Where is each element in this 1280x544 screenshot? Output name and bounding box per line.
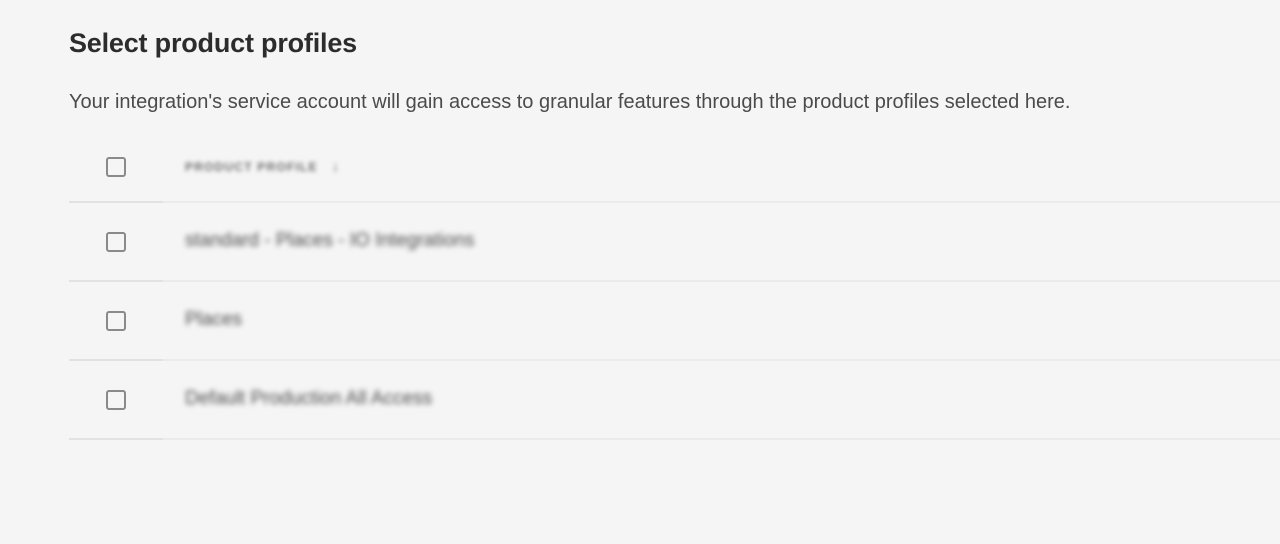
row-check-cell: [69, 282, 163, 361]
table-row[interactable]: standard - Places - IO Integrations: [69, 203, 1280, 282]
select-all-checkbox[interactable]: [106, 157, 126, 177]
row-name-cell: Default Production All Access: [163, 361, 1280, 440]
product-profile-name: Default Production All Access: [185, 388, 433, 409]
page-title: Select product profiles: [69, 28, 357, 58]
product-profile-name: standard - Places - IO Integrations: [185, 230, 475, 251]
table-row[interactable]: Default Production All Access: [69, 361, 1280, 440]
row-name-cell: standard - Places - IO Integrations: [163, 203, 1280, 282]
select-product-profiles-page: Select product profiles Your integration…: [0, 0, 1280, 544]
column-header-label: PRODUCT PROFILE: [185, 159, 318, 174]
product-profile-column-header[interactable]: PRODUCT PROFILE ↓: [163, 133, 1280, 203]
row-checkbox[interactable]: [106, 310, 126, 331]
row-name-cell: Places: [163, 282, 1280, 361]
select-all-cell: [69, 133, 163, 203]
product-profiles-table: PRODUCT PROFILE ↓ standard - Places - IO…: [69, 133, 1280, 440]
page-description: Your integration's service account will …: [69, 91, 1071, 113]
table-row[interactable]: Places: [69, 282, 1280, 361]
row-check-cell: [69, 203, 163, 282]
arrow-down-icon[interactable]: ↓: [332, 158, 341, 175]
product-profile-header[interactable]: PRODUCT PROFILE ↓: [185, 158, 340, 175]
table-header-row: PRODUCT PROFILE ↓: [69, 133, 1280, 203]
product-profile-name: Places: [185, 309, 243, 330]
row-checkbox[interactable]: [106, 231, 126, 252]
row-check-cell: [69, 361, 163, 440]
row-checkbox[interactable]: [106, 389, 126, 410]
